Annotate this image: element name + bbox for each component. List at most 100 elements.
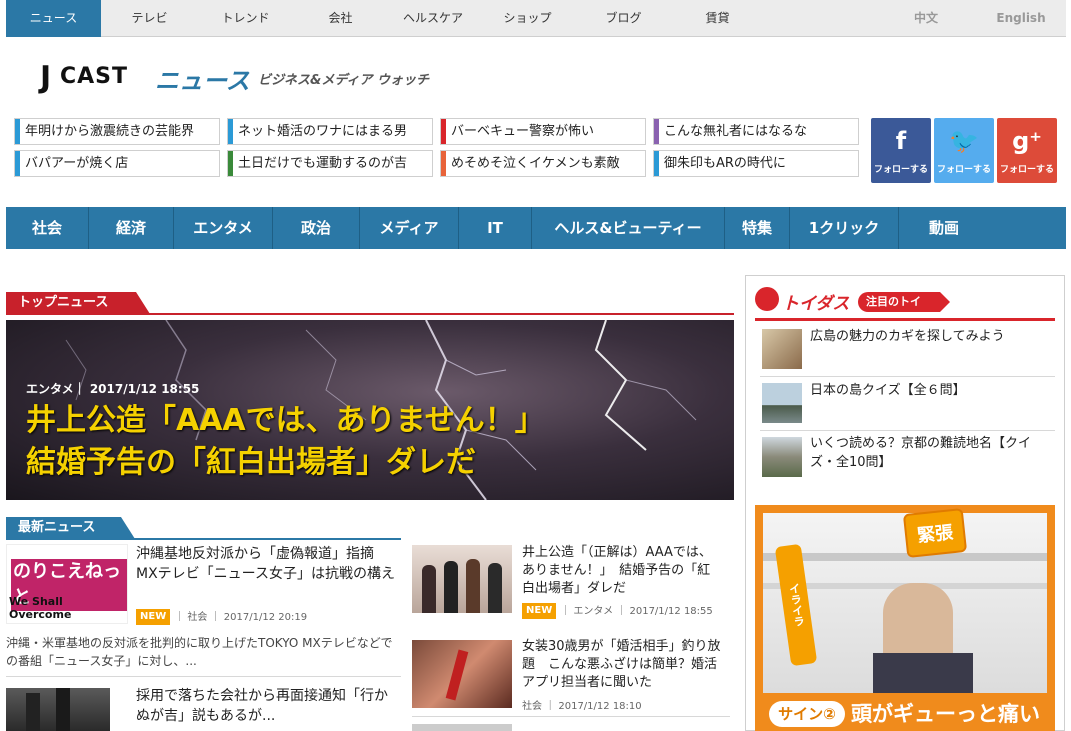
topnav-trend[interactable]: トレンド	[198, 0, 293, 37]
headline-link[interactable]: バパアーが焼く店	[14, 150, 220, 177]
top-navigation: ニュース テレビ トレンド 会社 ヘルスケア ショップ ブログ 賃貸 中文 En…	[6, 0, 1066, 37]
twitter-icon: 🐦	[949, 127, 979, 155]
facebook-icon: f	[895, 127, 907, 155]
thumbnail-figure	[422, 565, 436, 613]
headline-link[interactable]: こんな無礼者にはなるな	[653, 118, 859, 145]
news-thumbnail[interactable]	[412, 724, 512, 731]
toidas-item-link[interactable]: いくつ読める？京都の難読地名【クイズ・全10問】	[810, 434, 1050, 472]
category-special[interactable]: 特集	[725, 207, 789, 249]
top-news-label: トップニュース	[6, 292, 150, 314]
ad-tag-top: 緊張	[902, 507, 968, 559]
logo-cast: CAST	[60, 64, 129, 89]
news-thumbnail[interactable]	[6, 688, 110, 731]
category-society[interactable]: 社会	[6, 207, 88, 249]
headline-link[interactable]: バーベキュー警察が怖い	[440, 118, 646, 145]
news-category: 社会	[187, 612, 208, 623]
thumbnail-subtext: We Shall Overcome	[9, 595, 72, 621]
news-meta: 社会 ｜ 2017/1/12 18:10	[522, 701, 642, 712]
category-media[interactable]: メディア	[360, 207, 458, 249]
topnav-tv[interactable]: テレビ	[102, 0, 197, 37]
topnav-blog[interactable]: ブログ	[576, 0, 671, 37]
top-news-title-line: 結婚予告の「紅白出場者」ダレだ	[26, 445, 476, 480]
topnav-news[interactable]: ニュース	[6, 0, 101, 37]
headline-link[interactable]: めそめそ泣くイケメンも素敵	[440, 150, 646, 177]
toidas-tag-arrow	[940, 292, 950, 312]
ad-ceiling-light	[763, 553, 1047, 561]
ad-caption: 頭がギューっと痛い	[851, 702, 1040, 726]
news-category: エンタメ	[573, 606, 614, 617]
thumbnail-figure	[56, 688, 70, 731]
news-date: 2017/1/12 20:19	[223, 612, 308, 623]
new-badge: NEW	[136, 609, 171, 625]
topnav-shop[interactable]: ショップ	[480, 0, 575, 37]
follow-label: フォローする	[936, 165, 991, 175]
category-entertainment[interactable]: エンタメ	[174, 207, 272, 249]
headline-link[interactable]: 土日だけでも運動するのが吉	[227, 150, 433, 177]
category-economy[interactable]: 経済	[89, 207, 173, 249]
news-title-link[interactable]: 井上公造「（正解は）AAAでは、ありません！」 結婚予告の「紅白出場者」ダレだ	[522, 544, 722, 598]
toidas-thumbnail[interactable]	[762, 437, 802, 477]
news-meta: NEW ｜ 社会 ｜ 2017/1/12 20:19	[136, 608, 307, 625]
thumbnail-figure	[466, 559, 480, 613]
toidas-item-link[interactable]: 日本の島クイズ【全６問】	[810, 381, 1050, 400]
divider	[760, 376, 1055, 377]
follow-label: フォローする	[873, 165, 928, 175]
top-news-title[interactable]: 井上公造「AAAでは、ありません！」 結婚予告の「紅白出場者」ダレだ	[26, 400, 716, 484]
latest-news-underline	[6, 538, 401, 540]
logo-news: ニュース	[155, 67, 250, 95]
lang-english-link[interactable]: English	[981, 0, 1061, 37]
twitter-follow-button[interactable]: 🐦 フォローする	[934, 118, 994, 183]
topnav-company[interactable]: 会社	[293, 0, 388, 37]
topnav-rental[interactable]: 賃貸	[670, 0, 765, 37]
ad-person-suit	[873, 653, 973, 693]
thumbnail-figure	[26, 693, 40, 731]
toidas-mascot-icon	[755, 287, 779, 311]
toidas-tag: 注目のトイ	[858, 292, 940, 312]
category-one-click[interactable]: 1クリック	[790, 207, 898, 249]
news-title-link[interactable]: 沖縄基地反対派から「虚偽報道」指摘 MXテレビ「ニュース女子」は抗戦の構え	[136, 544, 398, 584]
news-meta: NEW ｜ エンタメ ｜ 2017/1/12 18:55	[522, 602, 713, 619]
site-logo[interactable]: J CAST ニュース	[40, 60, 260, 104]
news-title-link[interactable]: 女装30歳男が「婚活相手」釣り放題 こんな悪ふざけは簡単？婚活アプリ担当者に聞い…	[522, 638, 722, 692]
toidas-thumbnail[interactable]	[762, 383, 802, 423]
facebook-follow-button[interactable]: f フォローする	[871, 118, 931, 183]
follow-label: フォローする	[999, 165, 1054, 175]
news-excerpt: 沖縄・米軍基地の反対派を批判的に取り上げたTOKYO MXテレビなどでの番組「ニ…	[6, 636, 393, 668]
headline-link[interactable]: 御朱印もARの時代に	[653, 150, 859, 177]
divider	[412, 716, 730, 717]
news-date: 2017/1/12 18:55	[629, 606, 713, 617]
topnav-healthcare[interactable]: ヘルスケア	[383, 0, 483, 37]
category-politics[interactable]: 政治	[273, 207, 359, 249]
news-thumbnail[interactable]: のりこえねっと We Shall Overcome	[6, 544, 128, 624]
divider	[6, 676, 401, 677]
top-news-title-line: 井上公造「AAAでは、ありません！」	[26, 403, 545, 438]
category-video[interactable]: 動画	[899, 207, 989, 249]
latest-news-label: 最新ニュース	[6, 517, 135, 539]
news-title-link[interactable]: 採用で落ちた会社から再面接通知「行かぬが吉」説もあるが...	[136, 686, 398, 726]
news-thumbnail[interactable]	[412, 640, 512, 708]
toidas-thumbnail[interactable]	[762, 329, 802, 369]
toidas-item-link[interactable]: 広島の魅力のカギを探してみよう	[810, 327, 1050, 346]
news-thumbnail[interactable]	[412, 545, 512, 613]
new-badge: NEW	[522, 603, 557, 619]
headline-link[interactable]: ネット婚活のワナにはまる男	[227, 118, 433, 145]
top-news-underline	[6, 313, 734, 315]
top-news-hero[interactable]: エンタメ｜ 2017/1/12 18:55 井上公造「AAAでは、ありません！」…	[6, 320, 734, 500]
site-tagline: ビジネス&メディア ウォッチ	[258, 73, 429, 88]
ad-sign-label: サイン②	[769, 701, 845, 727]
divider	[760, 430, 1055, 431]
google-plus-follow-button[interactable]: g⁺ フォローする	[997, 118, 1057, 183]
lang-chinese-link[interactable]: 中文	[886, 0, 966, 37]
category-health-beauty[interactable]: ヘルス&ビューティー	[532, 207, 724, 249]
toidas-brand[interactable]: トイダス	[782, 289, 849, 314]
thumbnail-figure	[488, 563, 502, 613]
advertisement-banner[interactable]: 緊張 イライラ サイン② 頭がギューっと痛い	[755, 505, 1055, 731]
logo-j: J	[40, 60, 52, 95]
category-navigation: 社会 経済 エンタメ 政治 メディア IT ヘルス&ビューティー 特集 1クリッ…	[6, 207, 1066, 249]
category-it[interactable]: IT	[459, 207, 531, 249]
top-news-meta: エンタメ｜ 2017/1/12 18:55	[26, 382, 200, 396]
news-category: 社会	[522, 701, 542, 712]
toidas-underline	[755, 318, 1055, 321]
google-plus-icon: g⁺	[1012, 127, 1042, 155]
headline-link[interactable]: 年明けから激震続きの芸能界	[14, 118, 220, 145]
